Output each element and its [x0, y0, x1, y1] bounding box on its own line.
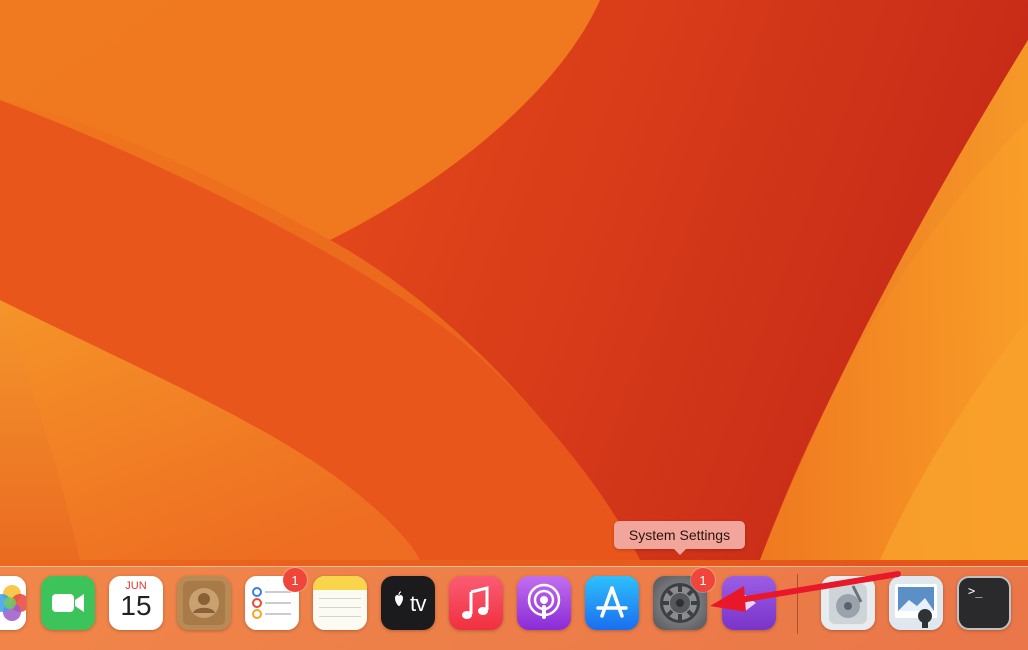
dock-tooltip-pointer	[673, 548, 687, 555]
dock-app-music[interactable]	[449, 576, 503, 630]
facetime-icon	[41, 576, 95, 630]
music-icon	[449, 576, 503, 630]
dock-app-photos[interactable]	[0, 576, 26, 630]
notes-icon	[313, 576, 367, 630]
dock-app-reminders[interactable]: 1	[245, 568, 307, 630]
dock-tooltip: System Settings	[614, 521, 745, 549]
reminders-badge: 1	[283, 568, 307, 592]
podcasts-icon	[517, 576, 571, 630]
app-store-icon	[585, 576, 639, 630]
annotation-arrow-icon	[710, 571, 901, 612]
dock-app-system-settings[interactable]: 1	[653, 568, 715, 630]
dock-app-apple-tv[interactable]: tv	[381, 576, 435, 630]
terminal-prompt: >_	[968, 584, 983, 598]
dock-app-podcasts[interactable]	[517, 576, 571, 630]
dock-app-app-store[interactable]	[585, 576, 639, 630]
calendar-day: 15	[120, 590, 152, 621]
desktop-wallpaper	[0, 0, 1028, 650]
dock-app-facetime[interactable]	[41, 576, 95, 630]
contacts-icon	[177, 576, 231, 630]
dock-app-contacts[interactable]	[177, 576, 231, 630]
dock-app-terminal[interactable]: >_	[957, 576, 1011, 630]
apple-tv-label: tv	[409, 591, 427, 616]
dock-app-notes[interactable]	[313, 576, 367, 630]
dock-app-calendar[interactable]: JUN 15	[109, 576, 163, 630]
photos-icon	[0, 576, 26, 630]
